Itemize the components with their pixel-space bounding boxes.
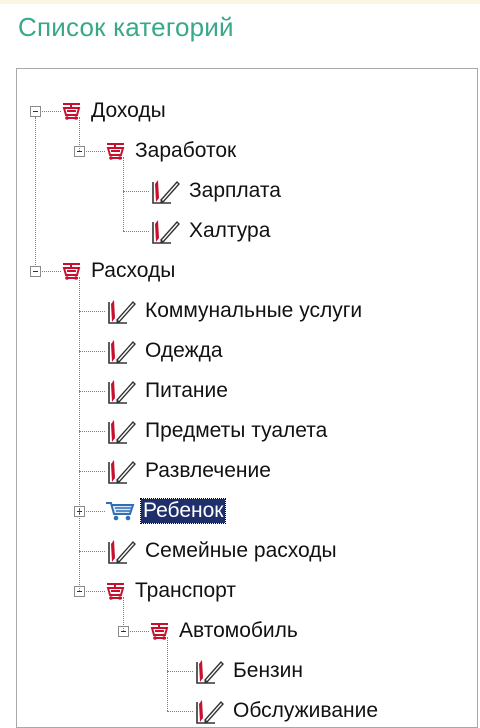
tree-connector	[167, 711, 193, 712]
tree-item-label[interactable]: Одежда	[145, 339, 223, 363]
tree-connector	[123, 191, 149, 192]
edit-document-icon	[193, 696, 225, 727]
edit-document-icon	[105, 536, 137, 571]
tree-item-label[interactable]: Заработок	[135, 139, 236, 163]
tree-connector	[123, 597, 124, 631]
category-tree[interactable]: Доходы Заработок Зарплата Халтура Расход…	[16, 68, 478, 728]
tree-connector	[79, 471, 105, 472]
edit-document-icon	[105, 456, 137, 491]
tree-item-label[interactable]: Семейные расходы	[145, 539, 337, 563]
edit-document-icon	[105, 336, 137, 371]
edit-document-icon	[105, 296, 137, 331]
tree-item-label[interactable]: Бензин	[233, 659, 303, 683]
edit-document-icon	[105, 376, 137, 411]
edit-document-icon	[193, 656, 225, 691]
tree-connector	[79, 431, 105, 432]
page-title: Список категорий	[18, 12, 234, 42]
tree-item-label[interactable]: Расходы	[91, 259, 175, 283]
tree-connector	[79, 117, 80, 151]
tree-connector	[123, 231, 149, 232]
tree-connector	[79, 551, 105, 552]
tree-connector	[79, 351, 105, 352]
tree-connector	[79, 277, 80, 591]
tree-connector	[167, 671, 193, 672]
tree-item-label[interactable]: Развлечение	[145, 459, 271, 483]
tree-item-label[interactable]: Коммунальные услуги	[145, 299, 362, 323]
tree-item-label[interactable]: Ребенок	[139, 498, 227, 524]
tree-item-label[interactable]: Зарплата	[189, 179, 281, 203]
tree-item-label[interactable]: Обслуживание	[233, 699, 378, 723]
edit-document-icon	[149, 176, 181, 211]
tree-item-label[interactable]: Питание	[145, 379, 228, 403]
edit-document-icon	[149, 216, 181, 251]
tree-item-label[interactable]: Автомобиль	[179, 619, 298, 643]
tree-item-label[interactable]: Доходы	[91, 99, 166, 123]
tree-connector	[79, 311, 105, 312]
tree-connector	[79, 391, 105, 392]
tree-item-label[interactable]: Халтура	[189, 219, 270, 243]
shopping-cart-icon	[105, 500, 135, 527]
collapse-toggle[interactable]	[30, 266, 41, 277]
collapse-toggle[interactable]	[30, 106, 41, 117]
tree-connector	[123, 157, 124, 231]
tree-connector	[167, 637, 168, 711]
tree-connector	[35, 117, 36, 265]
edit-document-icon	[105, 416, 137, 451]
tree-item-label[interactable]: Предметы туалета	[145, 419, 327, 443]
top-strip	[0, 0, 480, 4]
tree-item-label[interactable]: Транспорт	[135, 579, 236, 603]
